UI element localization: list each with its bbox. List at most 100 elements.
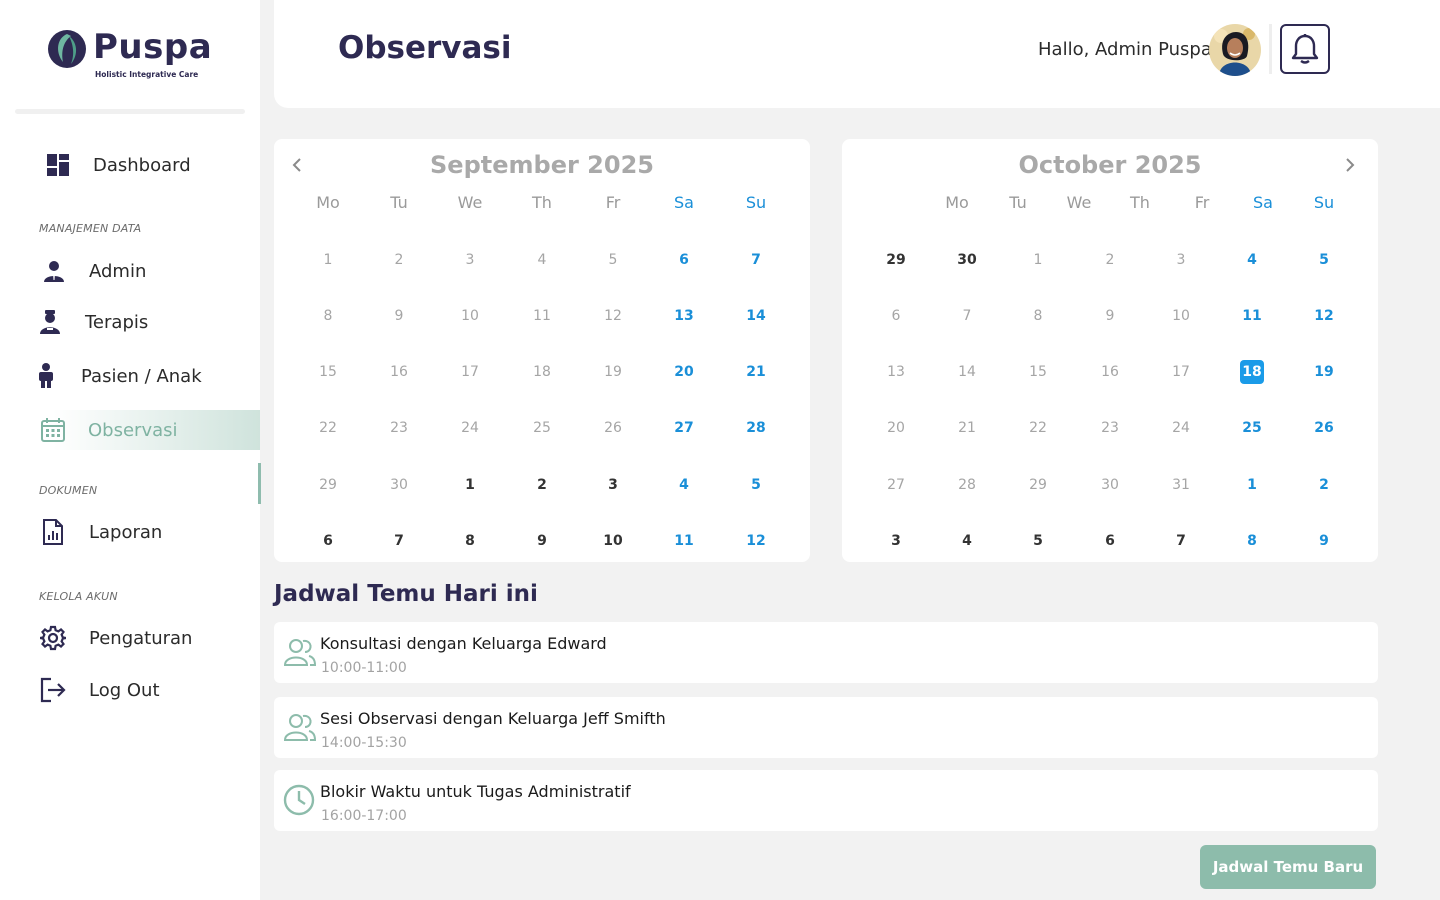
calendar-day[interactable]: 23 [379,416,419,440]
sidebar-item-observasi[interactable]: Observasi [30,410,260,450]
calendar-day[interactable]: 19 [1304,360,1344,384]
calendar-day[interactable]: 7 [736,248,776,272]
new-appointment-button[interactable]: Jadwal Temu Baru [1200,845,1376,889]
calendar-day[interactable]: 15 [308,360,348,384]
brand-logo[interactable]: Puspa Holistic Integrative Care [47,27,212,84]
calendar-day[interactable]: 17 [450,360,490,384]
calendar-day[interactable]: 17 [1161,360,1201,384]
calendar-day[interactable]: 22 [308,416,348,440]
calendar-day[interactable]: 20 [876,416,916,440]
calendar-day[interactable]: 16 [379,360,419,384]
calendar-day[interactable]: 30 [379,473,419,497]
calendar-day[interactable]: 1 [1232,473,1272,497]
calendar-day[interactable]: 9 [1304,529,1344,553]
sidebar-item-pengaturan[interactable]: Pengaturan [0,617,260,659]
appointment-item[interactable]: Blokir Waktu untuk Tugas Administratif 1… [274,770,1378,831]
calendar-day[interactable]: 24 [450,416,490,440]
calendar-day[interactable]: 3 [593,473,633,497]
calendar-day[interactable]: 7 [947,304,987,328]
calendar-day[interactable]: 6 [308,529,348,553]
calendar-day[interactable]: 26 [1304,416,1344,440]
calendar-day[interactable]: 5 [593,248,633,272]
calendar-day[interactable]: 7 [379,529,419,553]
calendar-day[interactable]: 18 [1232,360,1272,384]
calendar-day[interactable]: 14 [947,360,987,384]
calendar-day[interactable]: 8 [450,529,490,553]
calendar-day[interactable]: 21 [947,416,987,440]
calendar-day[interactable]: 24 [1161,416,1201,440]
calendar-day[interactable]: 20 [664,360,704,384]
calendar-day[interactable]: 10 [593,529,633,553]
calendar-day[interactable]: 3 [450,248,490,272]
calendar-day[interactable]: 27 [876,473,916,497]
calendar-day[interactable]: 8 [1232,529,1272,553]
calendar-day[interactable]: 8 [1018,304,1058,328]
calendar-day[interactable]: 3 [876,529,916,553]
calendar-day[interactable]: 1 [450,473,490,497]
calendar-day[interactable]: 12 [593,304,633,328]
calendar-day[interactable]: 16 [1090,360,1130,384]
calendar-day[interactable]: 25 [522,416,562,440]
calendar-day[interactable]: 30 [1090,473,1130,497]
calendar-day[interactable]: 10 [450,304,490,328]
sidebar-item-admin[interactable]: Admin [0,250,260,292]
calendar-day[interactable]: 8 [308,304,348,328]
calendar-day[interactable]: 11 [664,529,704,553]
notification-button[interactable] [1280,24,1330,74]
calendar-day[interactable]: 28 [947,473,987,497]
calendar-day[interactable]: 9 [379,304,419,328]
calendar-day[interactable]: 11 [522,304,562,328]
sidebar-item-pasien-anak[interactable]: Pasien / Anak [0,355,260,397]
calendar-day[interactable]: 31 [1161,473,1201,497]
calendar-day[interactable]: 2 [1304,473,1344,497]
calendar-day[interactable]: 25 [1232,416,1272,440]
sidebar-item-label: Observasi [88,419,178,441]
avatar[interactable] [1209,24,1261,76]
calendar-day[interactable]: 11 [1232,304,1272,328]
calendar-day[interactable]: 12 [1304,304,1344,328]
sidebar-item-terapis[interactable]: Terapis [0,301,260,343]
calendar-day[interactable]: 29 [876,248,916,272]
calendar-day[interactable]: 4 [1232,248,1272,272]
calendar-day[interactable]: 7 [1161,529,1201,553]
appointment-item[interactable]: Sesi Observasi dengan Keluarga Jeff Smif… [274,697,1378,758]
calendar-day[interactable]: 10 [1161,304,1201,328]
calendar-day[interactable]: 28 [736,416,776,440]
calendar-day[interactable]: 5 [736,473,776,497]
calendar-day[interactable]: 19 [593,360,633,384]
calendar-day[interactable]: 4 [664,473,704,497]
calendar-day[interactable]: 21 [736,360,776,384]
calendar-day[interactable]: 4 [522,248,562,272]
calendar-day[interactable]: 29 [308,473,348,497]
calendar-day[interactable]: 2 [1090,248,1130,272]
calendar-day[interactable]: 27 [664,416,704,440]
calendar-day[interactable]: 26 [593,416,633,440]
appointment-item[interactable]: Konsultasi dengan Keluarga Edward 10:00-… [274,622,1378,683]
calendar-day[interactable]: 5 [1018,529,1058,553]
calendar-day[interactable]: 6 [1090,529,1130,553]
calendar-day[interactable]: 29 [1018,473,1058,497]
calendar-day[interactable]: 12 [736,529,776,553]
calendar-day[interactable]: 9 [1090,304,1130,328]
calendar-day[interactable]: 5 [1304,248,1344,272]
calendar-day[interactable]: 13 [664,304,704,328]
calendar-day[interactable]: 1 [1018,248,1058,272]
calendar-day[interactable]: 15 [1018,360,1058,384]
sidebar-item-logout[interactable]: Log Out [0,669,260,711]
calendar-day[interactable]: 18 [522,360,562,384]
calendar-day[interactable]: 1 [308,248,348,272]
calendar-day[interactable]: 30 [947,248,987,272]
sidebar-item-laporan[interactable]: Laporan [0,511,260,553]
calendar-day[interactable]: 3 [1161,248,1201,272]
calendar-day[interactable]: 2 [379,248,419,272]
calendar-day[interactable]: 9 [522,529,562,553]
calendar-day[interactable]: 4 [947,529,987,553]
calendar-day[interactable]: 23 [1090,416,1130,440]
sidebar-item-dashboard[interactable]: Dashboard [0,144,260,186]
calendar-day[interactable]: 13 [876,360,916,384]
calendar-day[interactable]: 22 [1018,416,1058,440]
calendar-day[interactable]: 14 [736,304,776,328]
calendar-day[interactable]: 6 [664,248,704,272]
calendar-day[interactable]: 6 [876,304,916,328]
calendar-day[interactable]: 2 [522,473,562,497]
